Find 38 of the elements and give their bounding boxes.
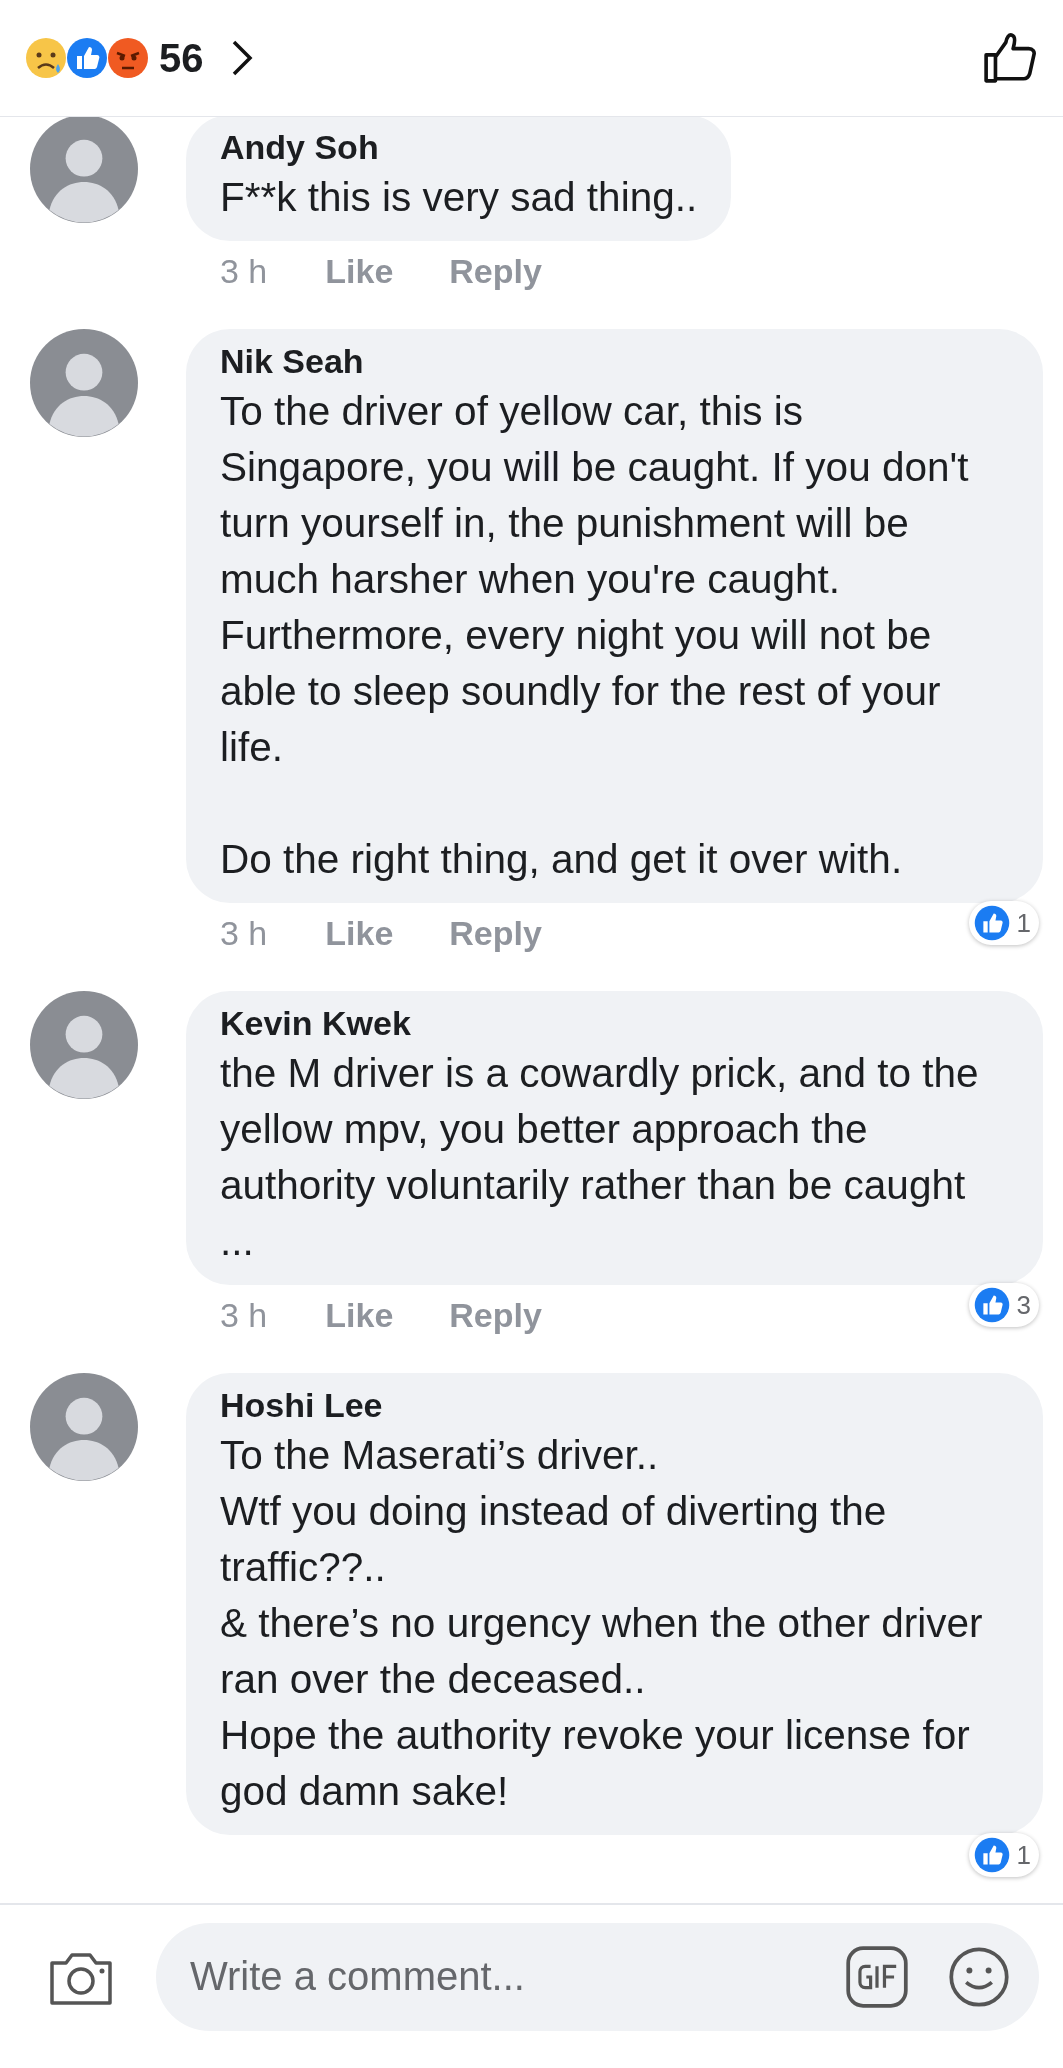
timestamp: 3 h bbox=[220, 251, 268, 291]
reaction-badge[interactable]: 3 bbox=[968, 1283, 1039, 1327]
author-name[interactable]: Nik Seah bbox=[220, 339, 1009, 383]
like-link[interactable]: Like bbox=[325, 1295, 394, 1335]
timestamp: 3 h bbox=[220, 1295, 268, 1335]
gif-icon[interactable] bbox=[845, 1944, 909, 2009]
like-link[interactable]: Like bbox=[325, 913, 394, 953]
like-reaction-icon bbox=[65, 36, 109, 80]
like-button[interactable] bbox=[983, 32, 1037, 84]
like-reaction-icon bbox=[972, 1286, 1011, 1324]
comment-text: To the driver of yellow car, this is Singapore, you will be caught. If you don't turn yourself in, the punishment will be much harsher when you're caught. Furthermore, every night you will not be able to sleep soundly for the rest of your life. Do the right thing, and get it over with. bbox=[220, 387, 970, 884]
author-name[interactable]: Hoshi Lee bbox=[220, 1383, 1009, 1427]
comment-field[interactable]: Write a comment... bbox=[156, 1922, 1039, 2031]
like-reaction-icon bbox=[972, 1836, 1011, 1874]
avatar[interactable] bbox=[30, 329, 138, 437]
author-name[interactable]: Kevin Kwek bbox=[220, 1001, 1009, 1045]
avatar[interactable] bbox=[30, 1373, 138, 1481]
reaction-badge[interactable]: 1 bbox=[968, 901, 1039, 945]
emoji-icon[interactable] bbox=[947, 1944, 1011, 2009]
timestamp: 3 h bbox=[220, 913, 268, 953]
comment-text: To the Maserati’s driver.. Wtf you doing instead of diverting the traffic??.. & there’s no urgency when the other driver ran over the deceased.. Hope the authority revoke your license for god damn sake! bbox=[220, 1431, 984, 1816]
like-reaction-icon bbox=[972, 904, 1011, 942]
reply-link[interactable]: Reply bbox=[449, 1295, 542, 1335]
angry-emoji-icon bbox=[106, 36, 150, 80]
reply-link[interactable]: Reply bbox=[449, 913, 542, 953]
reaction-count: 3 bbox=[1016, 1289, 1031, 1321]
avatar[interactable] bbox=[30, 115, 138, 223]
reaction-badge[interactable]: 1 bbox=[968, 1833, 1039, 1877]
author-name[interactable]: Andy Soh bbox=[220, 125, 698, 169]
like-link[interactable]: Like bbox=[325, 251, 394, 291]
avatar[interactable] bbox=[30, 991, 138, 1099]
reaction-count: 1 bbox=[1016, 1839, 1031, 1871]
comment-text: F**k this is very sad thing.. bbox=[220, 173, 698, 222]
comment-text: the M driver is a cowardly prick, and to the yellow mpv, you better approach the authority voluntarily rather than be caught ... bbox=[220, 1049, 980, 1266]
reaction-count[interactable]: 56 bbox=[159, 35, 204, 81]
reaction-count: 1 bbox=[1016, 907, 1031, 939]
sad-emoji-icon bbox=[24, 36, 68, 80]
reply-link[interactable]: Reply bbox=[449, 251, 542, 291]
